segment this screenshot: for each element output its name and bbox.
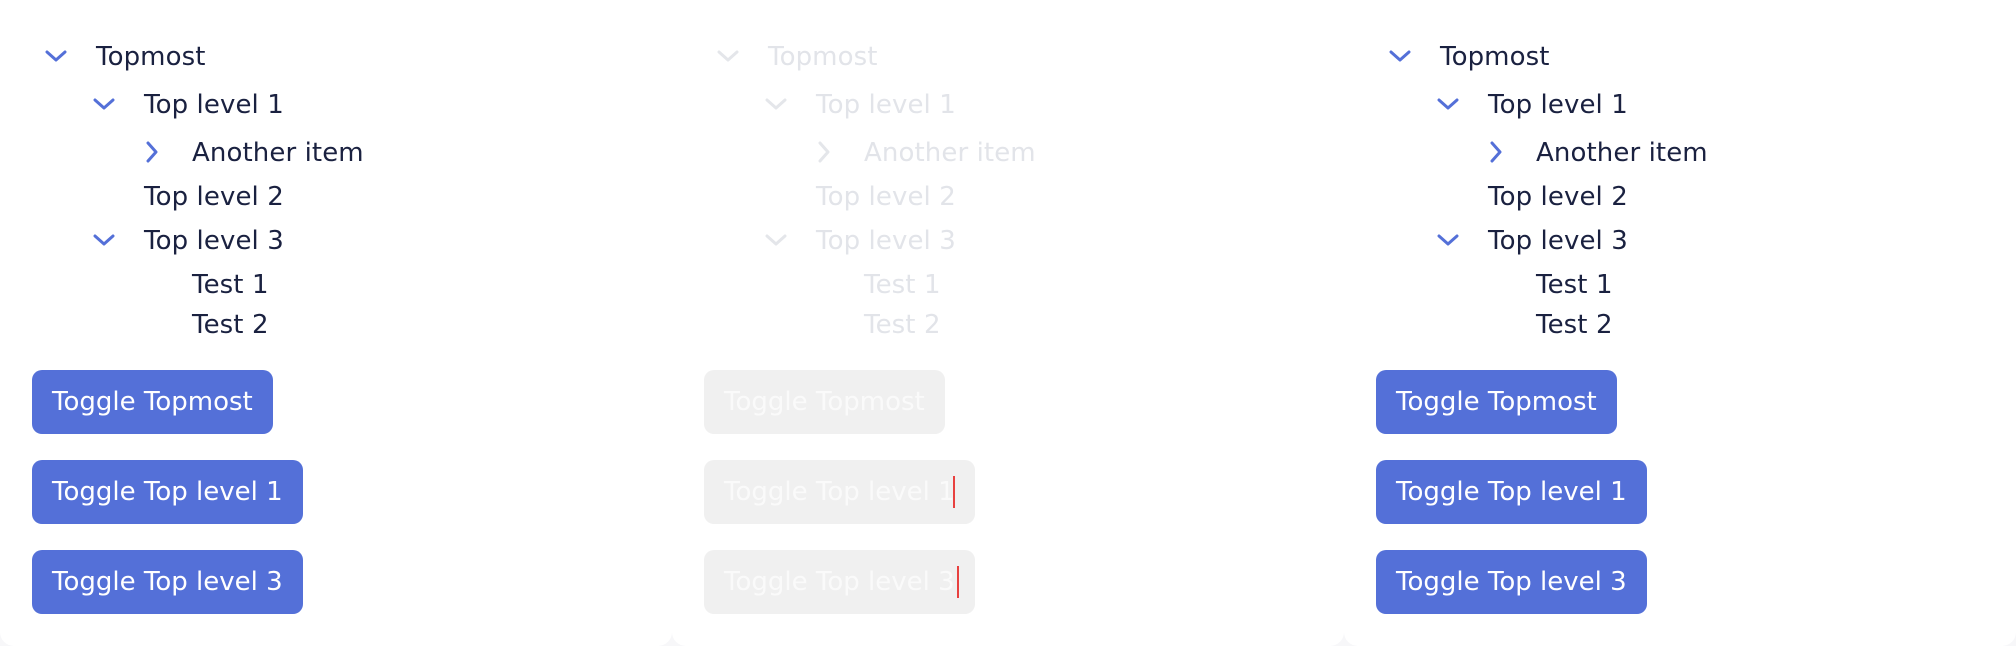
tree-item-top-level-1[interactable]: Top level 1: [1488, 85, 1628, 125]
tree-item-test-2[interactable]: Test 2: [192, 305, 269, 345]
chevron-down-icon: [715, 43, 741, 69]
panel-edge: [0, 632, 672, 646]
tree-item-another-item[interactable]: Another item: [1536, 133, 1708, 173]
chevron-down-icon: [763, 91, 789, 117]
tree-item-test-2: Test 2: [864, 310, 941, 340]
chevron-down-icon[interactable]: [91, 227, 117, 253]
chevron-down-icon[interactable]: [1435, 227, 1461, 253]
chevron-right-icon: [811, 139, 837, 165]
focus-marker: [953, 476, 955, 508]
panel-edge: [672, 632, 1344, 646]
tree-item-top-level-3[interactable]: Top level 3: [144, 221, 284, 261]
toggle-topmost-button[interactable]: Toggle Topmost: [1376, 370, 1617, 434]
tree-item-test-1: Test 1: [864, 270, 941, 300]
chevron-down-icon[interactable]: [43, 43, 69, 69]
tree-item-top-level-2[interactable]: Top level 2: [144, 177, 284, 217]
chevron-right-icon[interactable]: [139, 139, 165, 165]
panel-edge: [1344, 632, 2016, 646]
tree-item-test-1[interactable]: Test 1: [1536, 265, 1613, 305]
tree-item-topmost[interactable]: Topmost: [1440, 37, 1550, 77]
toggle-topmost-button[interactable]: Toggle Topmost: [32, 370, 273, 434]
toggle-top-level-3-button: Toggle Top level 3: [704, 550, 975, 614]
tree-item-top-level-2: Top level 2: [816, 182, 956, 212]
chevron-down-icon: [763, 227, 789, 253]
toggle-top-level-3-button[interactable]: Toggle Top level 3: [32, 550, 303, 614]
tree-item-topmost: Topmost: [768, 42, 878, 72]
toggle-topmost-button: Toggle Topmost: [704, 370, 945, 434]
tree-item-topmost[interactable]: Topmost: [96, 37, 206, 77]
tree-item-test-2[interactable]: Test 2: [1536, 305, 1613, 345]
chevron-right-icon[interactable]: [1483, 139, 1509, 165]
tree-panel-2-disabled: Topmost Top level 1 Another item Top lev…: [672, 0, 1344, 646]
toggle-top-level-3-button[interactable]: Toggle Top level 3: [1376, 550, 1647, 614]
tree-item-top-level-3[interactable]: Top level 3: [1488, 221, 1628, 261]
toggle-top-level-1-button[interactable]: Toggle Top level 1: [1376, 460, 1647, 524]
chevron-down-icon[interactable]: [91, 91, 117, 117]
tree-item-top-level-3: Top level 3: [816, 226, 956, 256]
tree-item-another-item: Another item: [864, 138, 1036, 168]
tree-item-top-level-2[interactable]: Top level 2: [1488, 177, 1628, 217]
toggle-top-level-1-button: Toggle Top level 1: [704, 460, 975, 524]
chevron-down-icon[interactable]: [1387, 43, 1413, 69]
tree-panel-1: Topmost Top level 1 Another item Top lev…: [0, 0, 672, 646]
bottom-edge: [0, 632, 2016, 646]
toggle-top-level-1-button[interactable]: Toggle Top level 1: [32, 460, 303, 524]
tree-item-test-1[interactable]: Test 1: [192, 265, 269, 305]
tree-item-top-level-1[interactable]: Top level 1: [144, 85, 284, 125]
tree-panel-3: Topmost Top level 1 Another item Top lev…: [1344, 0, 2016, 646]
chevron-down-icon[interactable]: [1435, 91, 1461, 117]
tree-item-another-item[interactable]: Another item: [192, 133, 364, 173]
focus-marker: [957, 566, 959, 598]
tree-item-top-level-1: Top level 1: [816, 90, 956, 120]
